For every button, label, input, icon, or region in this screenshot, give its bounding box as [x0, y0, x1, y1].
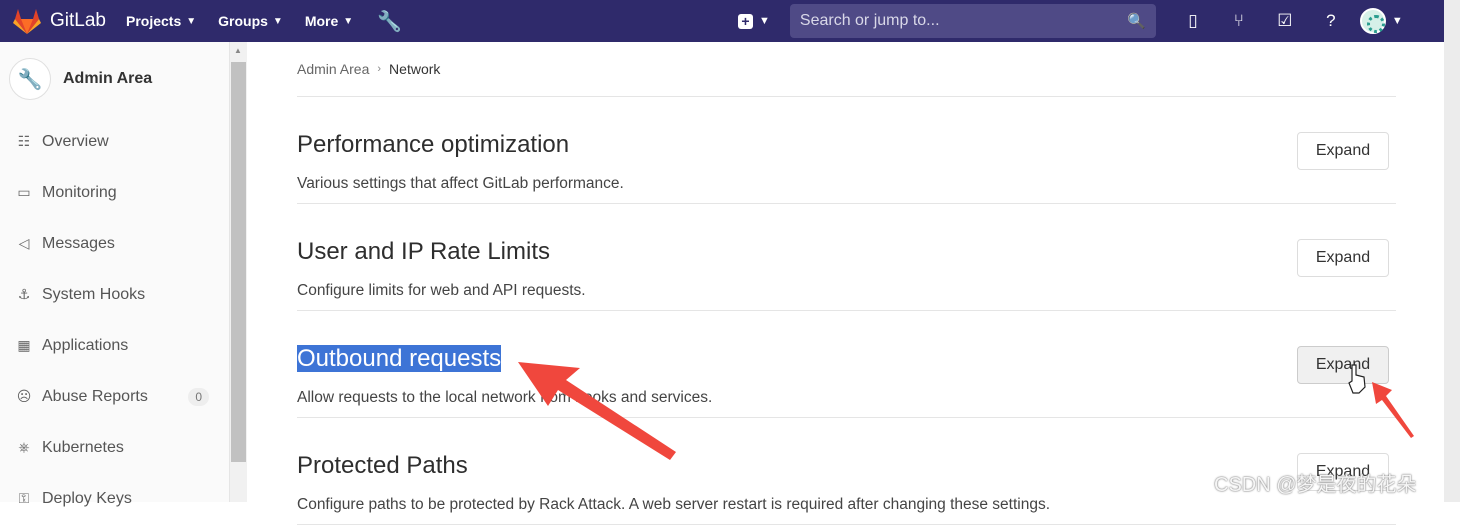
search-icon: 🔍 [1127, 13, 1146, 30]
window-edge [1444, 0, 1460, 502]
sidebar-item-label: Deploy Keys [42, 489, 132, 507]
projects-label: Projects [125, 13, 182, 29]
admin-wrench-icon[interactable]: 🔧 [377, 9, 402, 34]
merge-requests-icon[interactable]: ⑂ [1216, 11, 1262, 31]
section-title: Performance optimization [297, 131, 570, 158]
search-input[interactable] [799, 12, 1128, 30]
count-badge: 0 [188, 387, 209, 406]
megaphone-icon: ◁ [18, 235, 30, 251]
avatar[interactable] [1359, 8, 1386, 34]
main-content: Admin Area › Network Performance optimiz… [297, 42, 1396, 525]
sidebar-item-label: System Hooks [42, 285, 146, 303]
expand-button[interactable]: Expand [1297, 346, 1389, 384]
frown-icon: ☹ [16, 388, 32, 404]
scroll-up-icon[interactable]: ▲ [234, 46, 242, 55]
section-title: User and IP Rate Limits [297, 238, 550, 265]
gitlab-logo[interactable]: GitLab [12, 7, 106, 35]
csdn-watermark: CSDN @梦是夜的花朵 [1214, 474, 1417, 496]
chevron-down-icon: ▼ [272, 15, 283, 27]
expand-button[interactable]: Expand [1297, 132, 1389, 170]
projects-menu[interactable]: Projects ▼ [126, 13, 196, 29]
issues-icon[interactable]: ▯ [1170, 11, 1216, 31]
section-rate-limits: User and IP Rate Limits Configure limits… [297, 204, 1396, 311]
selected-title-text: Outbound requests [297, 345, 502, 372]
help-icon[interactable]: ? [1308, 11, 1354, 31]
new-dropdown-button[interactable]: + ▼ [738, 13, 770, 29]
breadcrumb: Admin Area › Network [297, 42, 1396, 97]
sidebar-scrollbar[interactable]: ▲ [230, 42, 247, 502]
chevron-down-icon: ▼ [759, 15, 770, 27]
section-outbound-requests: Outbound requests Allow requests to the … [297, 311, 1396, 418]
section-performance: Performance optimization Various setting… [297, 97, 1396, 204]
more-label: More [304, 13, 339, 29]
sidebar-header[interactable]: 🔧 Admin Area [0, 42, 229, 116]
scrollbar-thumb[interactable] [231, 62, 246, 462]
sidebar-item-kubernetes[interactable]: ⎈ Kubernetes [0, 422, 229, 473]
section-description: Configure paths to be protected by Rack … [297, 496, 1051, 513]
sidebar-item-overview[interactable]: ☷ Overview [0, 116, 229, 167]
key-icon: ⚿ [18, 490, 30, 506]
sidebar-item-deploy-keys[interactable]: ⚿ Deploy Keys [0, 473, 229, 524]
sidebar-item-label: Abuse Reports [42, 387, 148, 405]
section-description: Allow requests to the local network from… [297, 389, 713, 406]
more-menu[interactable]: More ▼ [305, 13, 353, 29]
sidebar-item-system-hooks[interactable]: ⚓ System Hooks [0, 269, 229, 320]
monitor-icon: ▭ [17, 184, 31, 200]
chevron-down-icon: ▼ [186, 15, 197, 27]
section-title: Outbound requests [297, 345, 502, 373]
plus-icon: + [738, 13, 753, 29]
sidebar-item-applications[interactable]: ▦ Applications [0, 320, 229, 371]
top-navbar: GitLab Projects ▼ Groups ▼ More ▼ 🔧 + ▼ 🔍 ▯… [0, 0, 1444, 42]
sidebar-item-label: Overview [42, 132, 109, 150]
apps-icon: ▦ [17, 337, 31, 353]
chevron-right-icon: › [377, 63, 382, 75]
sidebar-item-label: Applications [42, 336, 129, 354]
sidebar-item-abuse-reports[interactable]: ☹ Abuse Reports 0 [0, 371, 229, 422]
overview-icon: ☷ [17, 133, 31, 149]
section-description: Various settings that affect GitLab perf… [297, 175, 624, 192]
wrench-icon: 🔧 [9, 58, 51, 100]
chevron-down-icon: ▼ [343, 15, 354, 27]
todos-icon[interactable]: ☑ [1262, 11, 1308, 31]
groups-menu[interactable]: Groups ▼ [218, 13, 283, 29]
sidebar-title: Admin Area [63, 70, 153, 87]
sidebar: 🔧 Admin Area ☷ Overview ▭ Monitoring ◁ Messag… [0, 42, 230, 507]
chevron-down-icon[interactable]: ▼ [1392, 15, 1403, 27]
brand-name: GitLab [50, 10, 106, 31]
tanuki-icon [13, 9, 41, 34]
sidebar-item-monitoring[interactable]: ▭ Monitoring [0, 167, 229, 218]
breadcrumb-network: Network [389, 61, 441, 77]
breadcrumb-admin-area[interactable]: Admin Area [297, 61, 369, 77]
kubernetes-icon: ⎈ [18, 439, 30, 455]
hook-icon: ⚓ [17, 286, 31, 302]
search-box[interactable]: 🔍 [789, 4, 1156, 38]
expand-button[interactable]: Expand [1297, 239, 1389, 277]
section-description: Configure limits for web and API request… [297, 282, 586, 299]
sidebar-item-messages[interactable]: ◁ Messages [0, 218, 229, 269]
section-title: Protected Paths [297, 452, 468, 479]
sidebar-item-label: Kubernetes [42, 438, 124, 456]
sidebar-item-label: Monitoring [42, 183, 117, 201]
groups-label: Groups [218, 13, 268, 29]
sidebar-item-label: Messages [42, 234, 115, 252]
